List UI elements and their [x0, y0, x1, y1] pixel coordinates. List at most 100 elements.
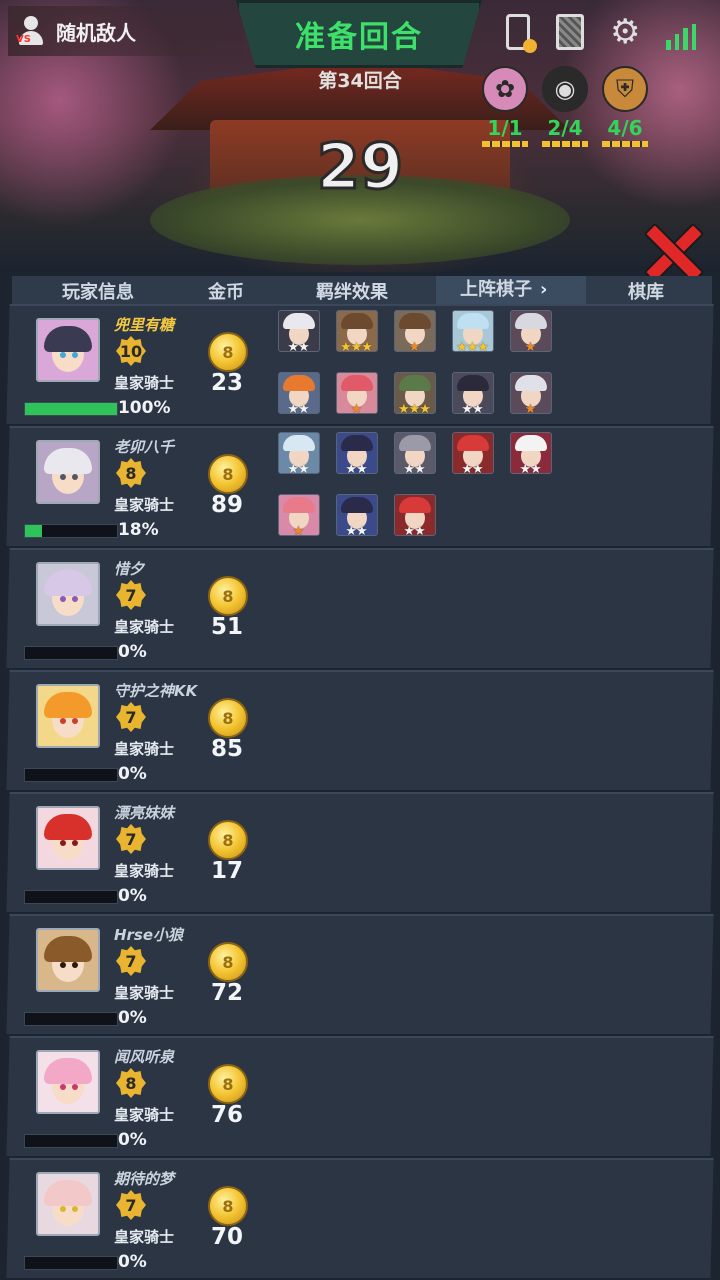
avatar[interactable]: [35, 318, 100, 382]
player-name: 老卯八千: [113, 438, 174, 456]
gold-amount: 85: [210, 736, 243, 762]
level-badge: 10: [116, 336, 146, 366]
round-label: 第34回合: [318, 70, 402, 92]
unit-portrait[interactable]: ★★: [393, 432, 436, 480]
gold-coin-icon: 8: [207, 576, 248, 616]
player-row[interactable]: Hrse小狼 7 皇家骑士 0% 8 72: [6, 914, 714, 1034]
unit-portrait[interactable]: ★★★: [393, 372, 436, 420]
health-bar: [23, 524, 118, 538]
health-percent: 0%: [117, 886, 147, 906]
unit-portrait[interactable]: ★★: [277, 372, 320, 420]
board-units: [278, 1160, 578, 1278]
avatar[interactable]: [35, 1172, 100, 1236]
unit-portrait[interactable]: ★: [509, 310, 552, 358]
gold-amount: 89: [210, 492, 243, 518]
unit-star-rating: ★★★: [455, 340, 488, 355]
unit-star-rating: ★★: [403, 524, 425, 539]
trait-item[interactable]: ✿ 1/1: [482, 66, 528, 147]
gold-coin-icon: 8: [207, 698, 248, 738]
gold-amount: 72: [210, 980, 243, 1006]
player-name: 闻风听泉: [113, 1048, 174, 1066]
close-icon[interactable]: [640, 222, 700, 282]
trait-progress-bar: [602, 141, 648, 147]
enemy-selector[interactable]: VS 随机敌人: [8, 6, 242, 56]
phase-title-panel: 准备回合: [236, 0, 482, 68]
player-name: 守护之神KK: [113, 682, 198, 700]
player-name: Hrse小狼: [113, 926, 184, 944]
unit-star-rating: ★★: [287, 402, 309, 417]
health-bar: [23, 1256, 118, 1270]
health-bar: [23, 768, 118, 782]
unit-portrait[interactable]: ★★★: [451, 310, 494, 358]
gold-amount: 76: [210, 1102, 243, 1128]
player-row[interactable]: 守护之神KK 7 皇家骑士 0% 8 85: [6, 670, 714, 790]
player-row[interactable]: 惜夕 7 皇家骑士 0% 8 51: [6, 548, 714, 668]
unit-portrait[interactable]: ★★: [335, 494, 378, 542]
player-row[interactable]: 期待的梦 7 皇家骑士 0% 8 70: [6, 1158, 714, 1278]
trait-item[interactable]: ◉ 2/4: [542, 66, 588, 147]
unit-portrait[interactable]: ★: [277, 494, 320, 542]
gear-icon[interactable]: ⚙: [610, 14, 640, 50]
avatar[interactable]: [35, 440, 100, 504]
trait-item[interactable]: ⛨ 4/6: [602, 66, 648, 147]
level-value: 8: [125, 463, 137, 483]
level-badge: 8: [116, 1068, 146, 1098]
health-bar: [23, 1134, 118, 1148]
unit-star-rating: ★★: [461, 402, 483, 417]
signal-strength-icon: [666, 14, 696, 50]
avatar[interactable]: [35, 684, 100, 748]
tab-bench[interactable]: 棋库: [628, 278, 664, 304]
chevron-right-icon: ›: [540, 279, 548, 300]
unit-portrait[interactable]: ★: [393, 310, 436, 358]
unit-star-rating: ★★: [345, 524, 367, 539]
player-row[interactable]: 漂亮妹妹 7 皇家骑士 0% 8 17: [6, 792, 714, 912]
unit-portrait[interactable]: ★★: [335, 432, 378, 480]
top-toolbar: ⚙: [506, 14, 696, 53]
unit-portrait[interactable]: ★★: [451, 372, 494, 420]
board-units: [278, 550, 578, 668]
player-row[interactable]: 闻风听泉 8 皇家骑士 0% 8 76: [6, 1036, 714, 1156]
header-bonds[interactable]: 羁绊效果: [316, 278, 388, 304]
unit-portrait[interactable]: ★: [509, 372, 552, 420]
header-player-info[interactable]: 玩家信息: [62, 278, 134, 304]
health-bar: [23, 402, 118, 416]
tab-board-units[interactable]: 上阵棋子 ›: [436, 276, 586, 304]
gold-coin-icon: 8: [207, 1186, 248, 1226]
gold-coin-icon: 8: [207, 454, 248, 494]
unit-portrait[interactable]: ★: [335, 372, 378, 420]
phone-rotate-icon[interactable]: [506, 14, 537, 53]
level-value: 7: [125, 707, 137, 727]
avatar[interactable]: [35, 1050, 100, 1114]
card-deck-icon[interactable]: [556, 14, 584, 50]
health-percent: 0%: [117, 642, 147, 662]
level-value: 10: [119, 341, 143, 361]
health-bar: [23, 890, 118, 904]
gold-amount: 23: [210, 370, 243, 396]
level-value: 7: [125, 829, 137, 849]
health-bar: [23, 646, 118, 660]
avatar[interactable]: [35, 928, 100, 992]
armor-icon: ⛨: [602, 66, 648, 112]
unit-portrait[interactable]: ★★: [277, 432, 320, 480]
header-gold[interactable]: 金币: [208, 278, 244, 304]
board-units: ★★ ★★★ ★ ★★★ ★ ★★ ★ ★★★ ★★ ★: [277, 306, 578, 424]
player-row[interactable]: 老卯八千 8 皇家骑士 18% 8 89 ★★ ★★ ★★ ★★ ★★ ★ ★★ ★★: [6, 426, 714, 546]
unit-star-rating: ★★: [519, 462, 541, 477]
gold-coin-icon: 8: [207, 942, 248, 982]
unit-portrait[interactable]: ★★: [451, 432, 494, 480]
avatar[interactable]: [35, 806, 100, 870]
avatar[interactable]: [35, 562, 100, 626]
player-row[interactable]: 兜里有糖 10 皇家骑士 100% 8 23 ★★ ★★★ ★ ★★★ ★ ★★ ★ ★★★ ★★ ★: [6, 304, 714, 424]
cherry-blossom-icon: ✿: [482, 66, 528, 112]
unit-portrait[interactable]: ★★: [393, 494, 436, 542]
unit-star-rating: ★: [292, 524, 304, 539]
unit-star-rating: ★★: [461, 462, 483, 477]
countdown-timer: 29: [315, 129, 404, 205]
tab-board-units-label: 上阵棋子: [460, 279, 532, 300]
unit-portrait[interactable]: ★★★: [335, 310, 378, 358]
unit-portrait[interactable]: ★★: [509, 432, 552, 480]
trait-count: 2/4: [547, 116, 583, 140]
unit-portrait[interactable]: ★★: [277, 310, 320, 358]
unit-star-rating: ★: [350, 402, 362, 417]
board-units: ★★ ★★ ★★ ★★ ★★ ★ ★★ ★★: [277, 428, 578, 546]
